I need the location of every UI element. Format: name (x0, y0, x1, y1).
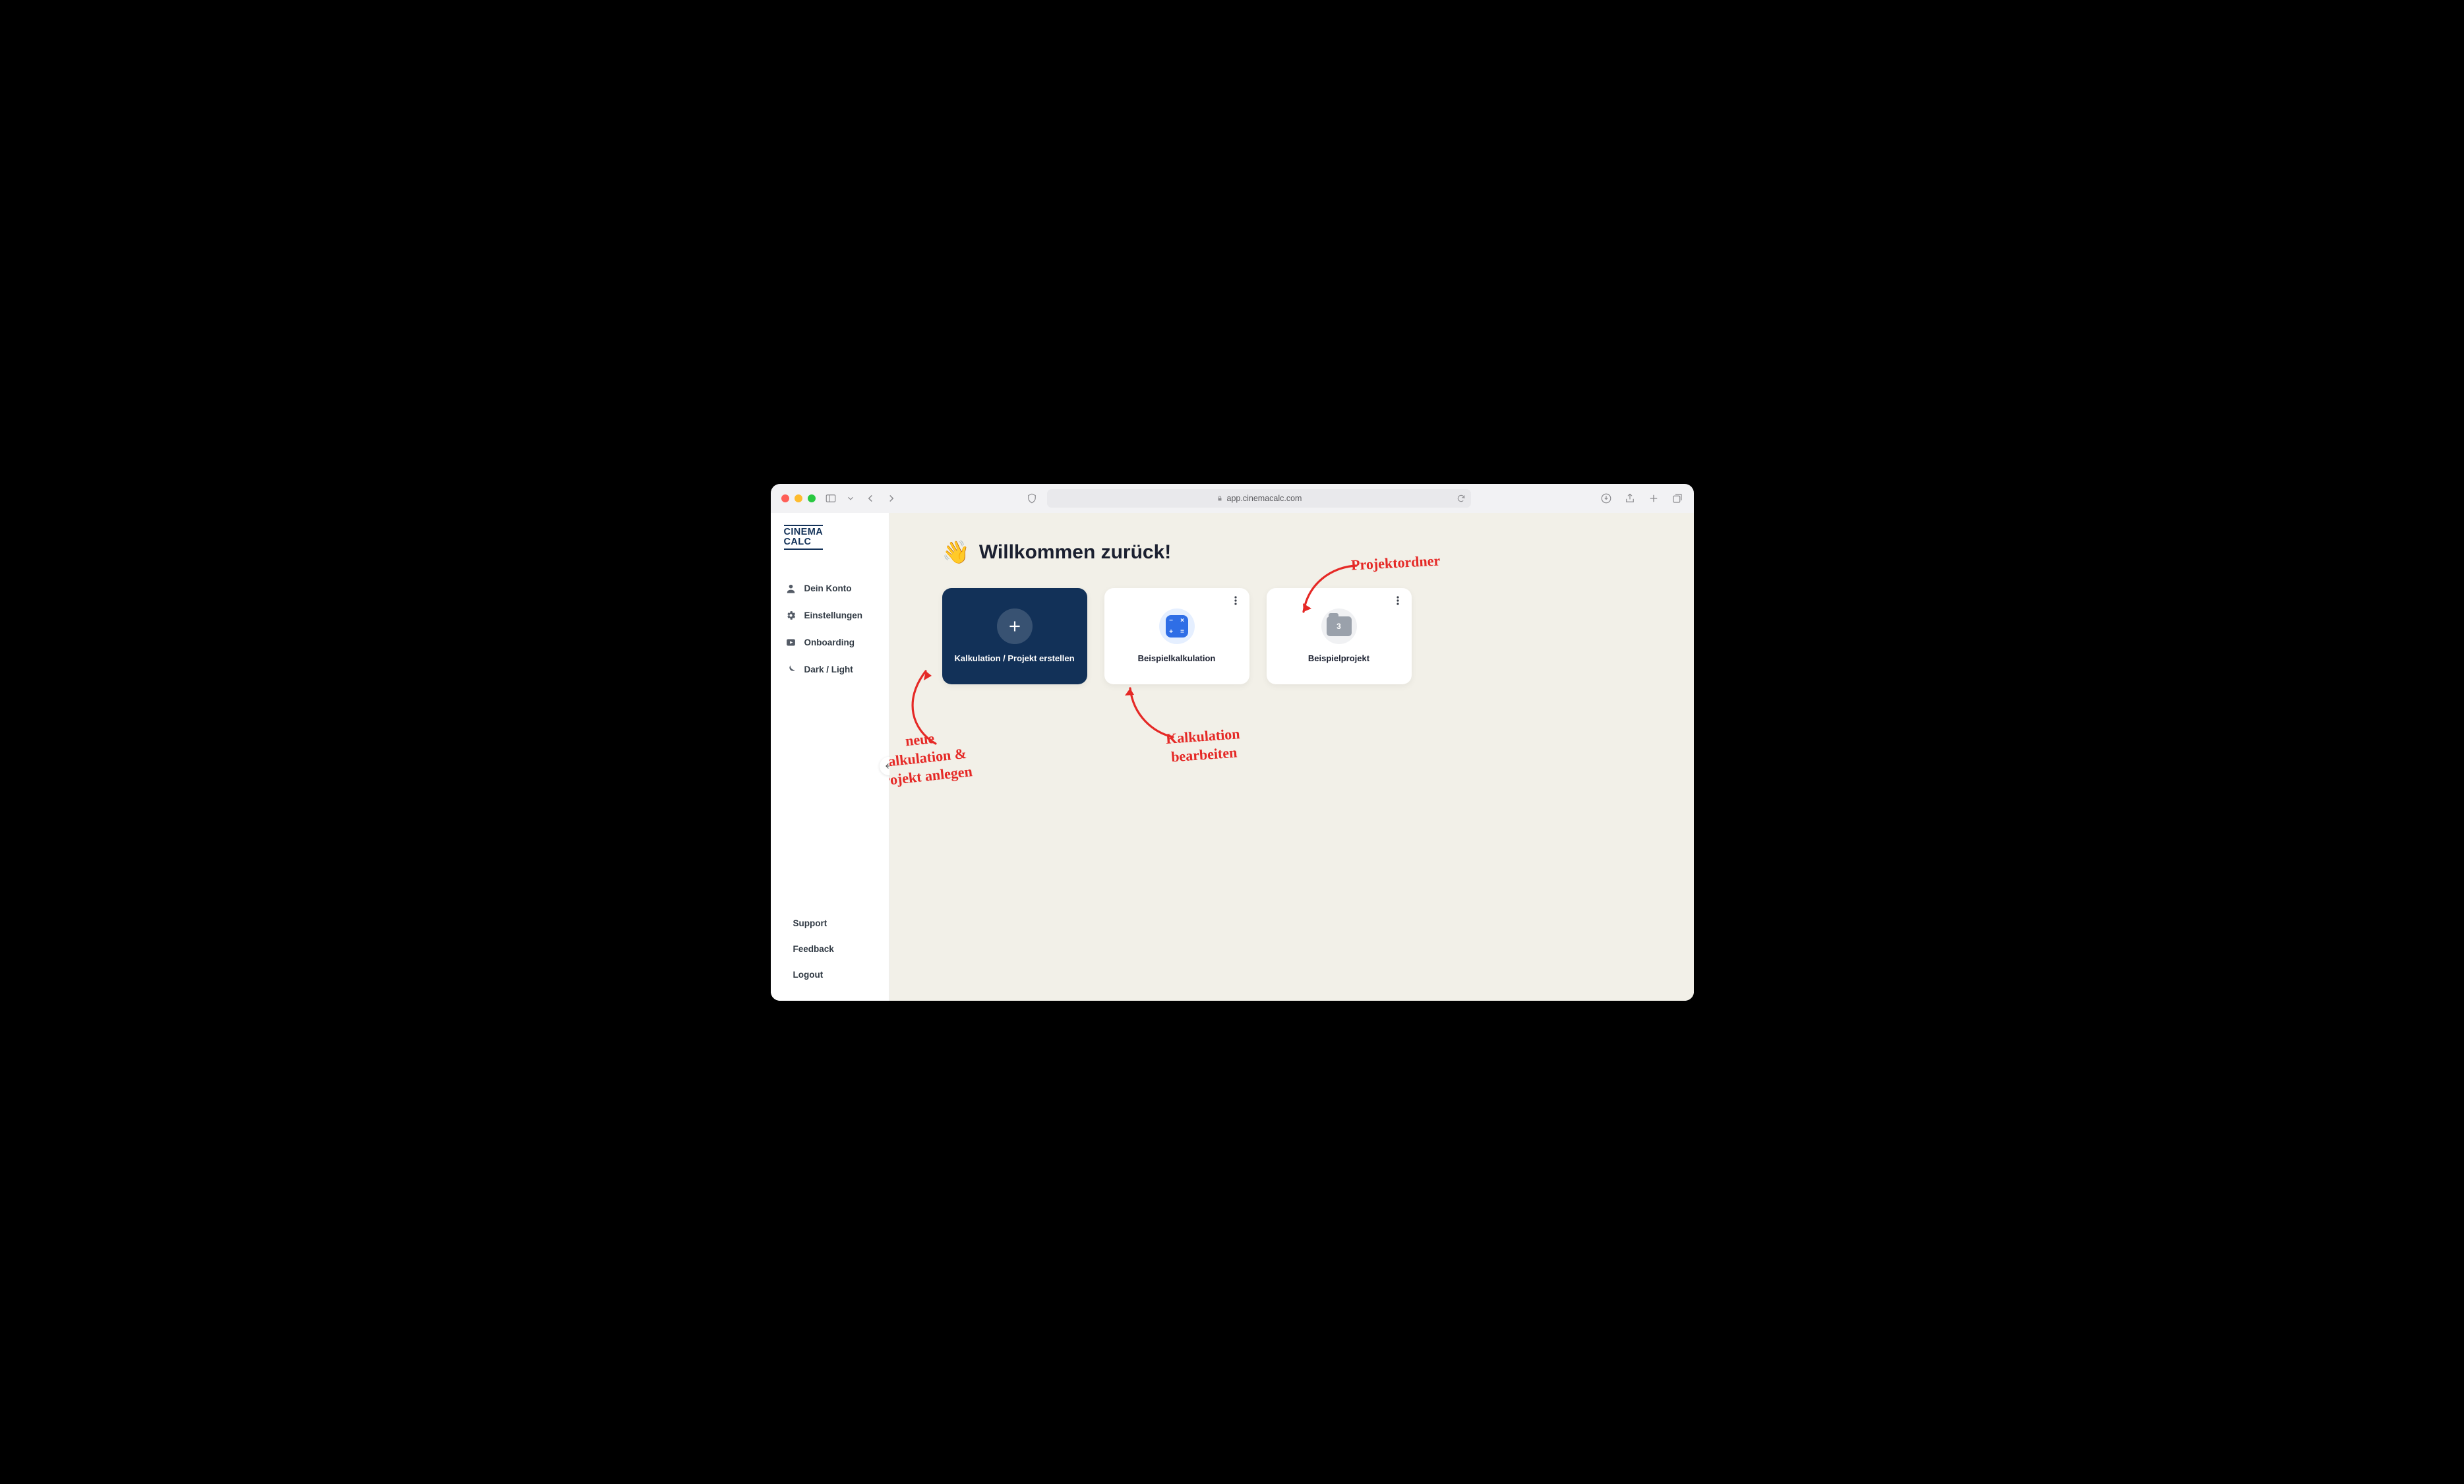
card-menu-icon[interactable] (1392, 595, 1404, 607)
sidebar-item-label: Onboarding (804, 638, 855, 647)
tab-dropdown-icon[interactable] (846, 492, 855, 504)
lock-icon (1217, 495, 1223, 502)
annotation-arrow-calc (1117, 683, 1189, 742)
share-icon[interactable] (1624, 492, 1636, 504)
tabs-overview-icon[interactable] (1671, 492, 1683, 504)
sidebar: CINEMA CALC Dein Konto Einstellungen Onb… (771, 513, 889, 1001)
user-icon (785, 583, 796, 594)
window-fullscreen-button[interactable] (808, 494, 816, 502)
moon-icon (785, 664, 796, 675)
reload-icon[interactable] (1457, 494, 1466, 503)
shield-icon[interactable] (1026, 492, 1038, 504)
folder-icon: 3 (1321, 608, 1357, 644)
browser-toolbar: app.cinemacalc.com (771, 484, 1694, 513)
card-menu-icon[interactable] (1230, 595, 1242, 607)
app-frame: CINEMA CALC Dein Konto Einstellungen Onb… (771, 513, 1694, 1001)
heading-text: Willkommen zurück! (979, 541, 1171, 564)
sidebar-item-settings[interactable]: Einstellungen (776, 603, 884, 628)
sidebar-item-label: Dark / Light (804, 665, 853, 674)
calculation-card-title: Beispielkalkulation (1138, 653, 1216, 663)
project-card-title: Beispielprojekt (1308, 653, 1369, 663)
logo-line-2: CALC (784, 537, 812, 547)
back-button[interactable] (864, 492, 876, 504)
annotation-calc: Kalkulation bearbeiten (1165, 725, 1242, 767)
folder-count: 3 (1337, 622, 1341, 631)
wave-emoji: 👋 (942, 539, 970, 566)
logo-line-1: CINEMA (784, 527, 824, 537)
downloads-icon[interactable] (1600, 492, 1612, 504)
sidebar-item-label: Feedback (793, 944, 834, 954)
project-card[interactable]: 3 Beispielprojekt (1267, 588, 1412, 684)
play-icon (785, 637, 796, 648)
sidebar-nav-bottom: ? Support Feedback Logout (771, 912, 889, 1001)
browser-window: app.cinemacalc.com CINEMA CAL (771, 484, 1694, 1001)
sidebar-item-label: Einstellungen (804, 610, 863, 620)
new-tab-icon[interactable] (1648, 492, 1660, 504)
address-text: app.cinemacalc.com (1227, 494, 1302, 503)
sidebar-item-label: Dein Konto (804, 583, 852, 593)
sidebar-toggle-icon[interactable] (825, 492, 837, 504)
window-minimize-button[interactable] (795, 494, 802, 502)
calculation-card[interactable]: −×+= Beispielkalkulation (1104, 588, 1249, 684)
main-content: 👋 Willkommen zurück! Kalkulation / Proje… (889, 513, 1694, 1001)
traffic-lights (781, 494, 816, 502)
window-close-button[interactable] (781, 494, 789, 502)
sidebar-item-label: Logout (793, 970, 824, 980)
gear-icon (785, 610, 796, 621)
address-bar[interactable]: app.cinemacalc.com (1047, 489, 1471, 508)
sidebar-item-label: Support (793, 918, 827, 928)
create-card-title: Kalkulation / Projekt erstellen (954, 653, 1074, 663)
cards-row: Kalkulation / Projekt erstellen −×+= Bei… (942, 588, 1641, 684)
sidebar-item-feedback[interactable]: Feedback (776, 937, 884, 961)
sidebar-item-logout[interactable]: Logout (776, 963, 884, 986)
sidebar-item-theme-toggle[interactable]: Dark / Light (776, 657, 884, 682)
annotation-create: neue Kalkulation & Projekt anlegen (889, 725, 973, 790)
forward-button[interactable] (886, 492, 897, 504)
plus-icon (997, 608, 1033, 644)
logo: CINEMA CALC (771, 513, 889, 556)
create-card[interactable]: Kalkulation / Projekt erstellen (942, 588, 1087, 684)
sidebar-item-support[interactable]: ? Support (776, 912, 884, 935)
calculator-icon: −×+= (1159, 608, 1195, 644)
sidebar-nav: Dein Konto Einstellungen Onboarding Dark… (771, 556, 889, 682)
sidebar-item-onboarding[interactable]: Onboarding (776, 630, 884, 655)
page-title: 👋 Willkommen zurück! (942, 539, 1641, 566)
sidebar-item-account[interactable]: Dein Konto (776, 576, 884, 601)
